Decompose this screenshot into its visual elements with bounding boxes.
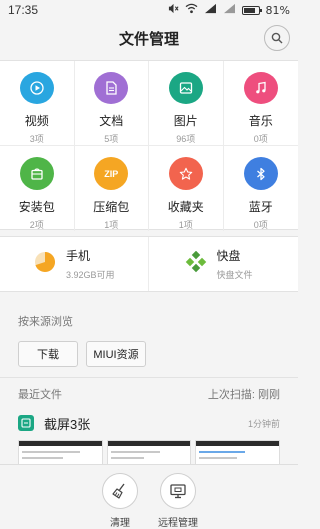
- music-note-icon: [243, 72, 278, 104]
- recent-group-title: 截屏3张: [44, 416, 91, 432]
- category-count: 0项: [253, 134, 268, 144]
- storage-row: 手机 3.92GB可用 快盘 快盘文件: [0, 236, 298, 292]
- category-document[interactable]: 文档 5项: [74, 61, 149, 146]
- bluetooth-icon: [243, 157, 278, 190]
- remote-manage-button[interactable]: 远程管理: [150, 473, 206, 529]
- category-count: 5项: [104, 134, 119, 144]
- category-favorites[interactable]: 收藏夹 1项: [149, 146, 224, 231]
- status-bar: 17:35 81%: [0, 0, 298, 20]
- category-zip[interactable]: ZIP 压缩包 1项: [75, 146, 149, 231]
- category-label: 图片: [173, 114, 198, 128]
- category-picture[interactable]: 图片 96项: [149, 61, 224, 146]
- category-count: 3项: [29, 134, 44, 144]
- category-apk[interactable]: 安装包 2项: [0, 146, 75, 231]
- storage-kuaipan-detail: 快盘文件: [216, 270, 253, 280]
- storage-kuaipan[interactable]: 快盘 快盘文件: [147, 237, 299, 291]
- source-miui-button[interactable]: MIUI资源: [86, 341, 146, 367]
- mute-icon: [168, 3, 179, 17]
- category-label: 文档: [99, 114, 124, 128]
- play-icon: [19, 72, 54, 104]
- recent-section-label: 最近文件: [18, 389, 62, 401]
- category-count: 96项: [176, 134, 196, 144]
- search-button[interactable]: [264, 25, 290, 51]
- category-label: 收藏夹: [167, 200, 204, 214]
- broom-icon: [102, 473, 138, 509]
- page-title: 文件管理: [118, 30, 179, 48]
- status-time: 17:35: [8, 3, 39, 17]
- recent-group-time: 1分钟前: [247, 418, 280, 429]
- signal-icon: [204, 3, 217, 17]
- category-count: 0项: [253, 220, 268, 230]
- screenshot-thumbnail[interactable]: [18, 440, 103, 466]
- signal-icon-2: [223, 3, 236, 17]
- clean-label: 清理: [110, 518, 130, 529]
- browse-section-label: 按来源浏览: [18, 316, 73, 328]
- clean-button[interactable]: 清理: [92, 473, 148, 529]
- wifi-icon: [185, 3, 198, 17]
- search-icon: [271, 29, 283, 48]
- picture-icon: [168, 72, 203, 104]
- bottom-toolbar: 清理 远程管理: [0, 464, 298, 529]
- category-label: 蓝牙: [248, 200, 273, 214]
- document-icon: [94, 72, 129, 104]
- package-icon: [19, 157, 54, 190]
- category-label: 压缩包: [93, 200, 130, 214]
- recent-group-screenshots[interactable]: 截屏3张 1分钟前: [18, 412, 280, 434]
- app-header: 文件管理: [0, 20, 298, 56]
- category-video[interactable]: 视频 3项: [0, 61, 75, 146]
- zip-icon: ZIP: [94, 157, 129, 190]
- storage-kuaipan-name: 快盘: [216, 249, 241, 263]
- screenshot-thumbnail[interactable]: [106, 440, 192, 466]
- category-count: 2项: [29, 220, 44, 230]
- pie-storage-icon: [34, 251, 56, 277]
- battery-icon: [241, 5, 262, 15]
- source-download-button[interactable]: 下载: [18, 341, 78, 367]
- storage-phone-name: 手机: [66, 249, 91, 263]
- remote-manage-label: 远程管理: [158, 518, 198, 529]
- category-label: 音乐: [248, 114, 273, 128]
- storage-phone[interactable]: 手机 3.92GB可用: [0, 237, 148, 291]
- category-grid: 视频 3项 文档 5项 图片 96项 音乐 0项 安装包 2项 ZIP 压缩包 …: [0, 60, 299, 231]
- monitor-icon: [160, 473, 196, 509]
- recent-thumbnails: [18, 440, 280, 466]
- storage-phone-detail: 3.92GB可用: [66, 270, 115, 280]
- screenshot-thumbnail[interactable]: [195, 440, 280, 466]
- category-music[interactable]: 音乐 0项: [223, 61, 298, 146]
- category-count: 1项: [178, 220, 193, 230]
- last-scan-label: 上次扫描: 刚刚: [207, 389, 280, 401]
- star-icon: [168, 157, 203, 190]
- category-label: 视频: [24, 114, 49, 128]
- kuaipan-icon: [185, 250, 207, 277]
- category-label: 安装包: [18, 200, 55, 214]
- battery-percent: 81%: [265, 3, 290, 17]
- screenshot-group-icon: [18, 415, 34, 431]
- category-count: 1项: [104, 220, 119, 230]
- category-bluetooth[interactable]: 蓝牙 0项: [224, 146, 299, 231]
- divider: [0, 377, 298, 378]
